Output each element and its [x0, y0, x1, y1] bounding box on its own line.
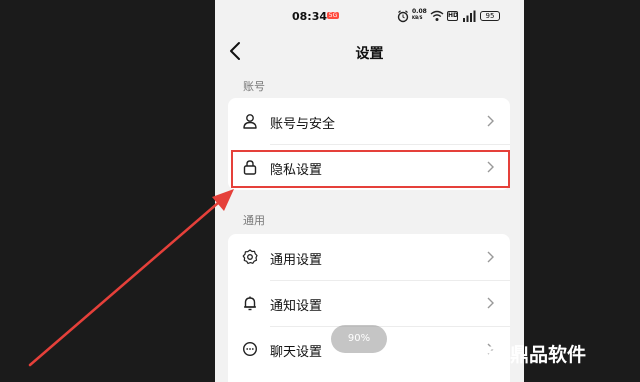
chevron-right-icon	[487, 161, 494, 173]
zoom-toast: 90%	[331, 325, 387, 353]
status-badge: 5G	[327, 12, 339, 19]
chevron-right-icon	[487, 115, 494, 127]
section-title-general: 通用	[243, 214, 265, 227]
brand-logo-icon	[463, 331, 501, 369]
account-card: 账号与安全 隐私设置	[228, 98, 510, 190]
settings-item-general[interactable]: 通用设置	[228, 234, 510, 280]
section-title-account: 账号	[243, 80, 265, 93]
bell-icon	[244, 296, 256, 311]
network-speed-unit: KB/S	[412, 15, 423, 20]
settings-item-notifications[interactable]: 通知设置	[228, 280, 510, 326]
settings-item-label: 聊天设置	[270, 345, 323, 360]
network-speed: 0.08 KB/S	[412, 9, 427, 23]
gear-icon	[242, 249, 258, 265]
chat-bubble-icon	[242, 341, 258, 357]
brand-name: 鼎品软件	[510, 344, 587, 366]
settings-item-privacy[interactable]: 隐私设置	[228, 144, 510, 190]
settings-item-account-security[interactable]: 账号与安全	[228, 98, 510, 144]
settings-item-label: 通用设置	[270, 253, 323, 268]
wifi-icon	[430, 10, 444, 21]
status-time: 08:34	[292, 10, 328, 23]
hd-icon: HD	[447, 11, 459, 21]
chevron-right-icon	[487, 297, 494, 309]
user-icon	[243, 114, 257, 129]
settings-item-label: 账号与安全	[270, 117, 336, 132]
signal-icon	[463, 10, 476, 22]
settings-item-label: 通知设置	[270, 299, 323, 314]
battery-icon: 95	[480, 11, 500, 21]
alarm-icon	[397, 10, 409, 23]
settings-item-label: 隐私设置	[270, 163, 323, 178]
page-title: 设置	[355, 46, 384, 62]
navigation-bar: 设置	[215, 34, 524, 68]
lock-icon	[243, 160, 257, 175]
chevron-right-icon	[487, 251, 494, 263]
status-bar: 08:34 5G 0.08 KB/S HD 95	[215, 0, 524, 32]
